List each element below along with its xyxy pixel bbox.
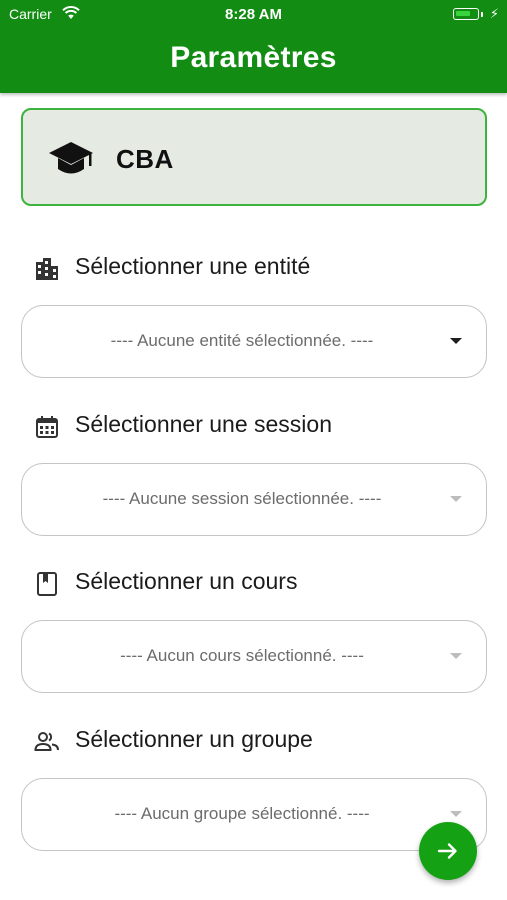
course-dropdown-value: ---- Aucun cours sélectionné. ---- — [120, 646, 364, 665]
school-card[interactable]: CBA — [21, 108, 487, 206]
graduation-cap-icon — [47, 138, 95, 182]
calendar-icon — [34, 414, 60, 440]
status-bar: Carrier 8:28 AM ⚡︎ — [0, 0, 507, 28]
app-header: Carrier 8:28 AM ⚡︎ Paramètres — [0, 0, 507, 93]
group-dropdown[interactable]: ---- Aucun groupe sélectionné. ---- — [21, 778, 487, 851]
session-label: Sélectionner une session — [75, 411, 332, 437]
arrow-right-icon — [437, 843, 457, 859]
entity-dropdown[interactable]: ---- Aucune entité sélectionnée. ---- — [21, 305, 487, 378]
school-name: CBA — [116, 144, 174, 174]
book-icon — [34, 571, 60, 597]
building-icon — [34, 256, 60, 282]
course-label: Sélectionner un cours — [75, 568, 298, 594]
battery-icon — [453, 8, 479, 20]
chevron-down-icon — [450, 338, 462, 344]
course-dropdown[interactable]: ---- Aucun cours sélectionné. ---- — [21, 620, 487, 693]
chevron-down-icon — [450, 811, 462, 817]
next-button[interactable] — [419, 822, 477, 880]
chevron-down-icon — [450, 496, 462, 502]
battery-tip — [481, 12, 483, 17]
entity-label: Sélectionner une entité — [75, 253, 311, 279]
charging-bolt-icon: ⚡︎ — [489, 6, 499, 21]
chevron-down-icon — [450, 653, 462, 659]
group-icon — [34, 729, 60, 755]
clock: 8:28 AM — [225, 6, 282, 23]
page-title: Paramètres — [170, 41, 337, 74]
group-label: Sélectionner un groupe — [75, 726, 313, 752]
entity-dropdown-value: ---- Aucune entité sélectionnée. ---- — [110, 331, 374, 350]
session-dropdown-value: ---- Aucune session sélectionnée. ---- — [102, 489, 382, 508]
session-dropdown[interactable]: ---- Aucune session sélectionnée. ---- — [21, 463, 487, 536]
group-dropdown-value: ---- Aucun groupe sélectionné. ---- — [114, 804, 370, 823]
